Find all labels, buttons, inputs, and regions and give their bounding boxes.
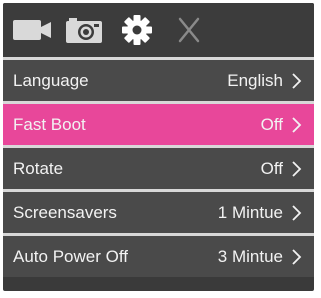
menu-item-label: Auto Power Off — [13, 246, 128, 266]
menu-item-language[interactable]: Language English — [3, 57, 314, 101]
chevron-right-icon — [292, 72, 302, 89]
menu-item-label: Screensavers — [13, 202, 117, 222]
settings-screen: Language English Fast Boot Off Rotate Of… — [3, 3, 314, 291]
menu-item-screensavers[interactable]: Screensavers 1 Mintue — [3, 189, 314, 233]
menu-item-value: 3 Mintue — [217, 246, 283, 266]
close-icon[interactable] — [171, 13, 207, 47]
menu-item-value-group: 3 Mintue — [218, 247, 302, 267]
menu-item-label: Rotate — [13, 158, 64, 178]
menu-item-value-group: English — [227, 71, 302, 91]
chevron-right-icon — [292, 160, 302, 177]
menu-item-value: English — [227, 70, 283, 90]
menu-item-value-group: 1 Mintue — [218, 203, 302, 223]
chevron-right-icon — [292, 116, 302, 133]
menu-item-value-group: Off — [261, 115, 302, 135]
gear-icon[interactable] — [119, 13, 155, 47]
menu-item-value: Off — [260, 114, 283, 134]
mode-toolbar — [3, 3, 314, 57]
menu-item-value-group: Off — [261, 159, 302, 179]
menu-item-fast-boot[interactable]: Fast Boot Off — [3, 101, 314, 145]
menu-item-label: Fast Boot — [13, 114, 86, 134]
menu-item-label: Language — [13, 70, 89, 90]
menu-item-auto-power-off[interactable]: Auto Power Off 3 Mintue — [3, 233, 314, 277]
photo-camera-icon[interactable] — [63, 13, 107, 47]
menu-item-rotate[interactable]: Rotate Off — [3, 145, 314, 189]
chevron-right-icon — [292, 204, 302, 221]
settings-menu: Language English Fast Boot Off Rotate Of… — [3, 57, 314, 277]
menu-item-value: Off — [260, 158, 283, 178]
video-camera-icon[interactable] — [11, 13, 55, 47]
chevron-right-icon — [292, 248, 302, 265]
menu-item-value: 1 Mintue — [217, 202, 283, 222]
